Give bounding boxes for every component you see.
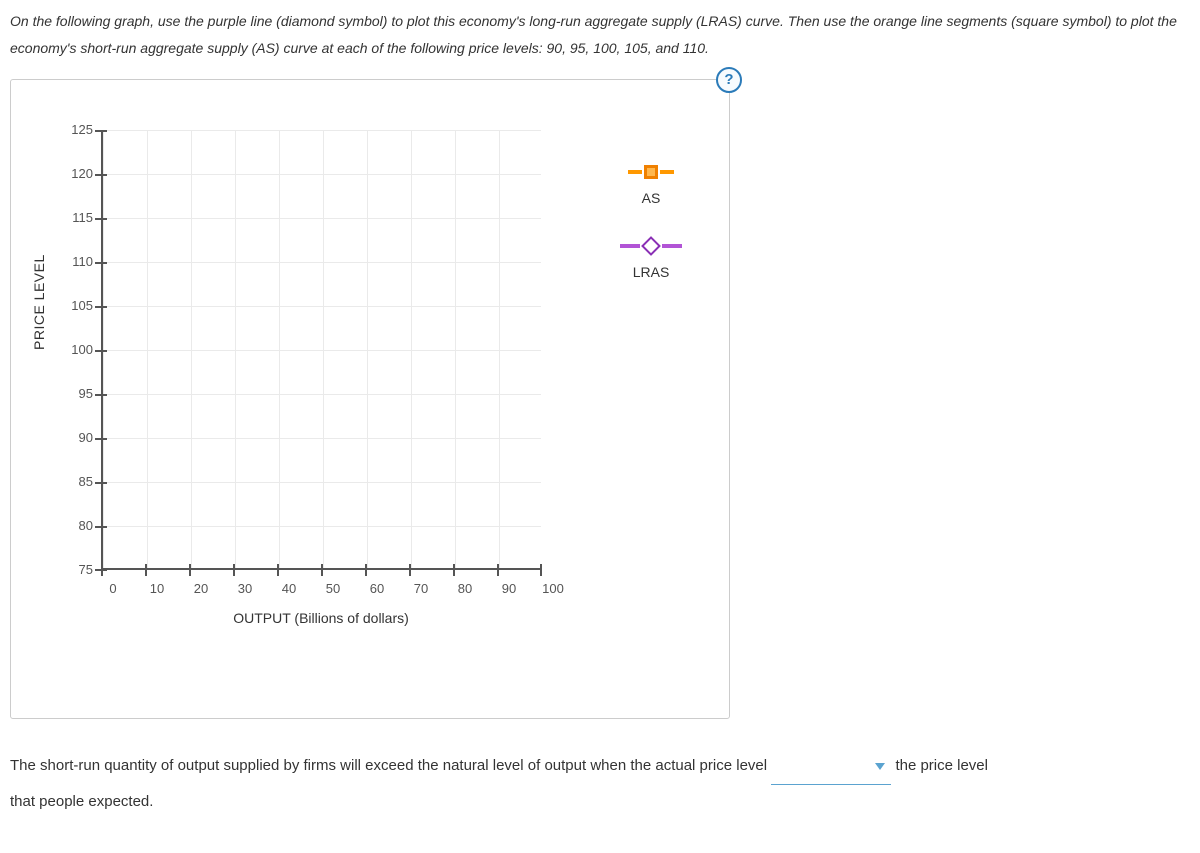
legend-item-as[interactable]: AS	[591, 160, 711, 206]
followup-text-line2: that people expected.	[10, 793, 153, 810]
x-tick: 100	[531, 581, 575, 596]
y-tick: 95	[53, 387, 93, 431]
answer-dropdown[interactable]	[771, 749, 891, 785]
plot-grid	[101, 130, 541, 570]
square-icon	[591, 160, 711, 184]
x-tick: 20	[179, 581, 223, 596]
x-tick: 40	[267, 581, 311, 596]
plot-area[interactable]: 125 120 115 110 105 100 95 90 85 80 75 0…	[101, 130, 541, 570]
y-axis-ticks: 125 120 115 110 105 100 95 90 85 80 75	[53, 123, 93, 607]
y-tick: 90	[53, 431, 93, 475]
chevron-down-icon	[875, 763, 885, 770]
x-tick: 30	[223, 581, 267, 596]
legend-label-lras: LRAS	[591, 264, 711, 280]
followup-text-after: the price level	[895, 757, 988, 774]
legend-label-as: AS	[591, 190, 711, 206]
diamond-icon	[591, 234, 711, 258]
instruction-text: On the following graph, use the purple l…	[10, 8, 1190, 61]
y-tick: 120	[53, 167, 93, 211]
y-tick: 85	[53, 475, 93, 519]
y-tick: 80	[53, 519, 93, 563]
followup-text-before: The short-run quantity of output supplie…	[10, 757, 771, 774]
x-axis-ticks: 0 10 20 30 40 50 60 70 80 90 100	[91, 581, 575, 596]
follow-up-question: The short-run quantity of output supplie…	[10, 749, 1190, 818]
y-tick: 105	[53, 299, 93, 343]
y-tick: 125	[53, 123, 93, 167]
x-tick: 0	[91, 581, 135, 596]
legend: AS LRAS	[591, 160, 711, 308]
help-button[interactable]: ?	[716, 67, 742, 93]
x-tick: 60	[355, 581, 399, 596]
y-axis-label: PRICE LEVEL	[31, 254, 47, 350]
legend-item-lras[interactable]: LRAS	[591, 234, 711, 280]
y-tick: 75	[53, 563, 93, 607]
graph-panel: ? PRICE LEVEL 125 120 115 110 105	[10, 79, 730, 719]
y-tick: 100	[53, 343, 93, 387]
y-tick: 115	[53, 211, 93, 255]
x-tick: 90	[487, 581, 531, 596]
x-tick: 80	[443, 581, 487, 596]
y-tick: 110	[53, 255, 93, 299]
x-tick: 10	[135, 581, 179, 596]
x-tick: 70	[399, 581, 443, 596]
help-icon: ?	[724, 71, 733, 88]
x-axis-label: OUTPUT (Billions of dollars)	[101, 610, 541, 626]
x-tick: 50	[311, 581, 355, 596]
